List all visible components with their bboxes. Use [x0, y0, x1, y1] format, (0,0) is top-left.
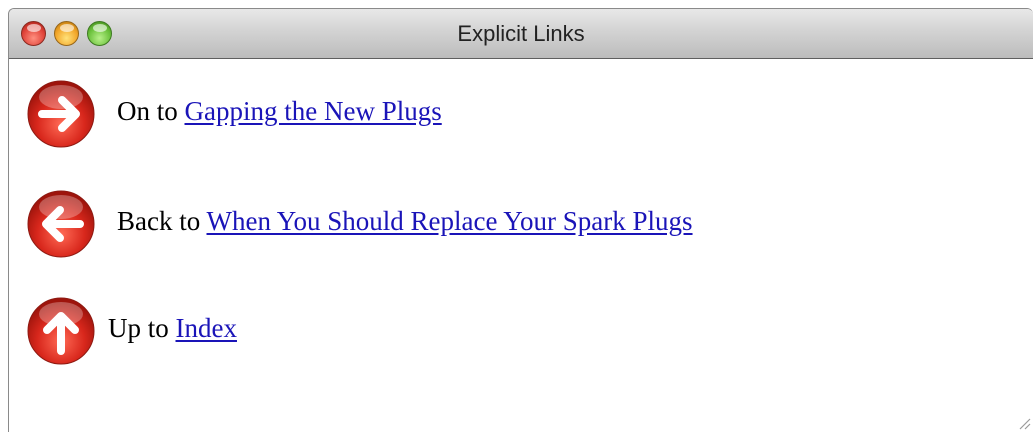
- up-link-text: Up to Index: [108, 313, 237, 344]
- next-link-row: On to Gapping the New Plugs: [9, 79, 1033, 151]
- next-link-prefix: On to: [117, 96, 178, 126]
- previous-link-prefix: Back to: [117, 206, 201, 236]
- arrow-up-icon[interactable]: [26, 296, 96, 366]
- previous-page-link[interactable]: When You Should Replace Your Spark Plugs: [207, 206, 693, 236]
- previous-link-text: Back to When You Should Replace Your Spa…: [117, 206, 693, 237]
- arrow-left-icon[interactable]: [26, 189, 96, 259]
- window-title: Explicit Links: [457, 21, 585, 46]
- up-link-prefix: Up to: [108, 313, 169, 343]
- arrow-right-icon[interactable]: [26, 79, 96, 149]
- previous-link-row: Back to When You Should Replace Your Spa…: [9, 189, 1033, 261]
- page-content: On to Gapping the New Plugs Back to When…: [9, 59, 1033, 432]
- resize-grip-icon[interactable]: [1015, 414, 1031, 430]
- next-page-link[interactable]: Gapping the New Plugs: [185, 96, 442, 126]
- title-bar[interactable]: Explicit Links: [9, 9, 1033, 59]
- next-link-text: On to Gapping the New Plugs: [117, 96, 442, 127]
- index-link[interactable]: Index: [176, 313, 237, 343]
- browser-window: Explicit Links On to Gapping the New Plu…: [8, 8, 1033, 432]
- up-link-row: Up to Index: [9, 296, 1033, 368]
